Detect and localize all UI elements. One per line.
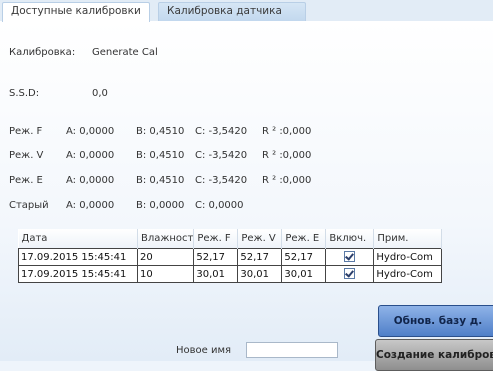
- cell-note: Hydro-Com: [373, 248, 443, 266]
- tab-available-calibrations[interactable]: Доступные калибровки: [2, 2, 150, 22]
- mode-e-a: A: 0,0000: [66, 175, 115, 186]
- mode-f-b: B: 0,4510: [136, 126, 185, 137]
- cell-moisture: 10: [136, 265, 195, 283]
- calibration-name: Generate Cal: [92, 47, 158, 58]
- mode-v-a: A: 0,0000: [66, 150, 115, 161]
- mode-f-a: A: 0,0000: [66, 126, 115, 137]
- table-header-row: Дата Влажност Реж. F Реж. V Реж. E Включ…: [18, 229, 443, 249]
- column-header-date[interactable]: Дата: [18, 229, 138, 249]
- calibration-points-table: Дата Влажност Реж. F Реж. V Реж. E Включ…: [18, 229, 443, 283]
- mode-e-r2: R ² :0,000: [262, 175, 312, 186]
- ssd-value: 0,0: [92, 88, 108, 99]
- enabled-checkbox[interactable]: [344, 268, 356, 280]
- update-database-button[interactable]: Обнов. базу д.: [378, 305, 493, 337]
- mode-old-a: A: 0,0000: [66, 200, 115, 211]
- cell-mode-v: 30,01: [237, 265, 283, 283]
- cell-enabled: [325, 248, 375, 266]
- cell-date: 17.09.2015 15:45:41: [18, 265, 138, 283]
- cell-enabled: [325, 265, 375, 283]
- ssd-label: S.S.D:: [9, 88, 40, 99]
- cell-mode-f: 30,01: [193, 265, 239, 283]
- cell-note: Hydro-Com: [373, 265, 443, 283]
- mode-e-c: C: -3,5420: [195, 175, 248, 186]
- new-name-input[interactable]: [246, 342, 338, 358]
- table-row[interactable]: 17.09.2015 15:45:41 20 52,17 52,17 52,17…: [18, 248, 443, 266]
- column-header-note[interactable]: Прим.: [373, 229, 443, 249]
- new-name-label: Новое имя: [176, 345, 232, 356]
- mode-f-r2: R ² :0,000: [262, 126, 312, 137]
- cell-date: 17.09.2015 15:45:41: [18, 248, 138, 266]
- enabled-checkbox[interactable]: [344, 251, 356, 263]
- create-calibration-button[interactable]: Создание калибровки: [375, 339, 493, 371]
- column-header-mode-f[interactable]: Реж. F: [193, 229, 239, 249]
- column-header-mode-v[interactable]: Реж. V: [237, 229, 283, 249]
- cell-moisture: 20: [136, 248, 195, 266]
- column-header-enabled[interactable]: Включ.: [325, 229, 375, 249]
- mode-v-label: Реж. V: [9, 150, 44, 161]
- cell-mode-v: 52,17: [237, 248, 283, 266]
- tab-bar: Доступные калибровки Калибровка датчика: [0, 0, 493, 22]
- mode-v-r2: R ² :0,000: [262, 150, 312, 161]
- tab-sensor-calibration[interactable]: Калибровка датчика: [158, 2, 306, 21]
- cell-mode-e: 52,17: [281, 248, 327, 266]
- mode-f-label: Реж. F: [9, 126, 43, 137]
- mode-old-c: C: 0,0000: [195, 200, 244, 211]
- mode-old-label: Старый: [9, 200, 49, 211]
- mode-e-b: B: 0,4510: [136, 175, 185, 186]
- mode-f-c: C: -3,5420: [195, 126, 248, 137]
- mode-e-label: Реж. E: [9, 175, 43, 186]
- column-header-moisture[interactable]: Влажност: [137, 229, 195, 249]
- mode-v-c: C: -3,5420: [195, 150, 248, 161]
- calibration-label: Калибровка:: [9, 47, 76, 58]
- mode-old-b: B: 0,0000: [136, 200, 185, 211]
- table-row[interactable]: 17.09.2015 15:45:41 10 30,01 30,01 30,01…: [18, 265, 443, 283]
- cell-mode-f: 52,17: [193, 248, 239, 266]
- cell-mode-e: 30,01: [281, 265, 327, 283]
- mode-v-b: B: 0,4510: [136, 150, 185, 161]
- column-header-mode-e[interactable]: Реж. E: [281, 229, 327, 249]
